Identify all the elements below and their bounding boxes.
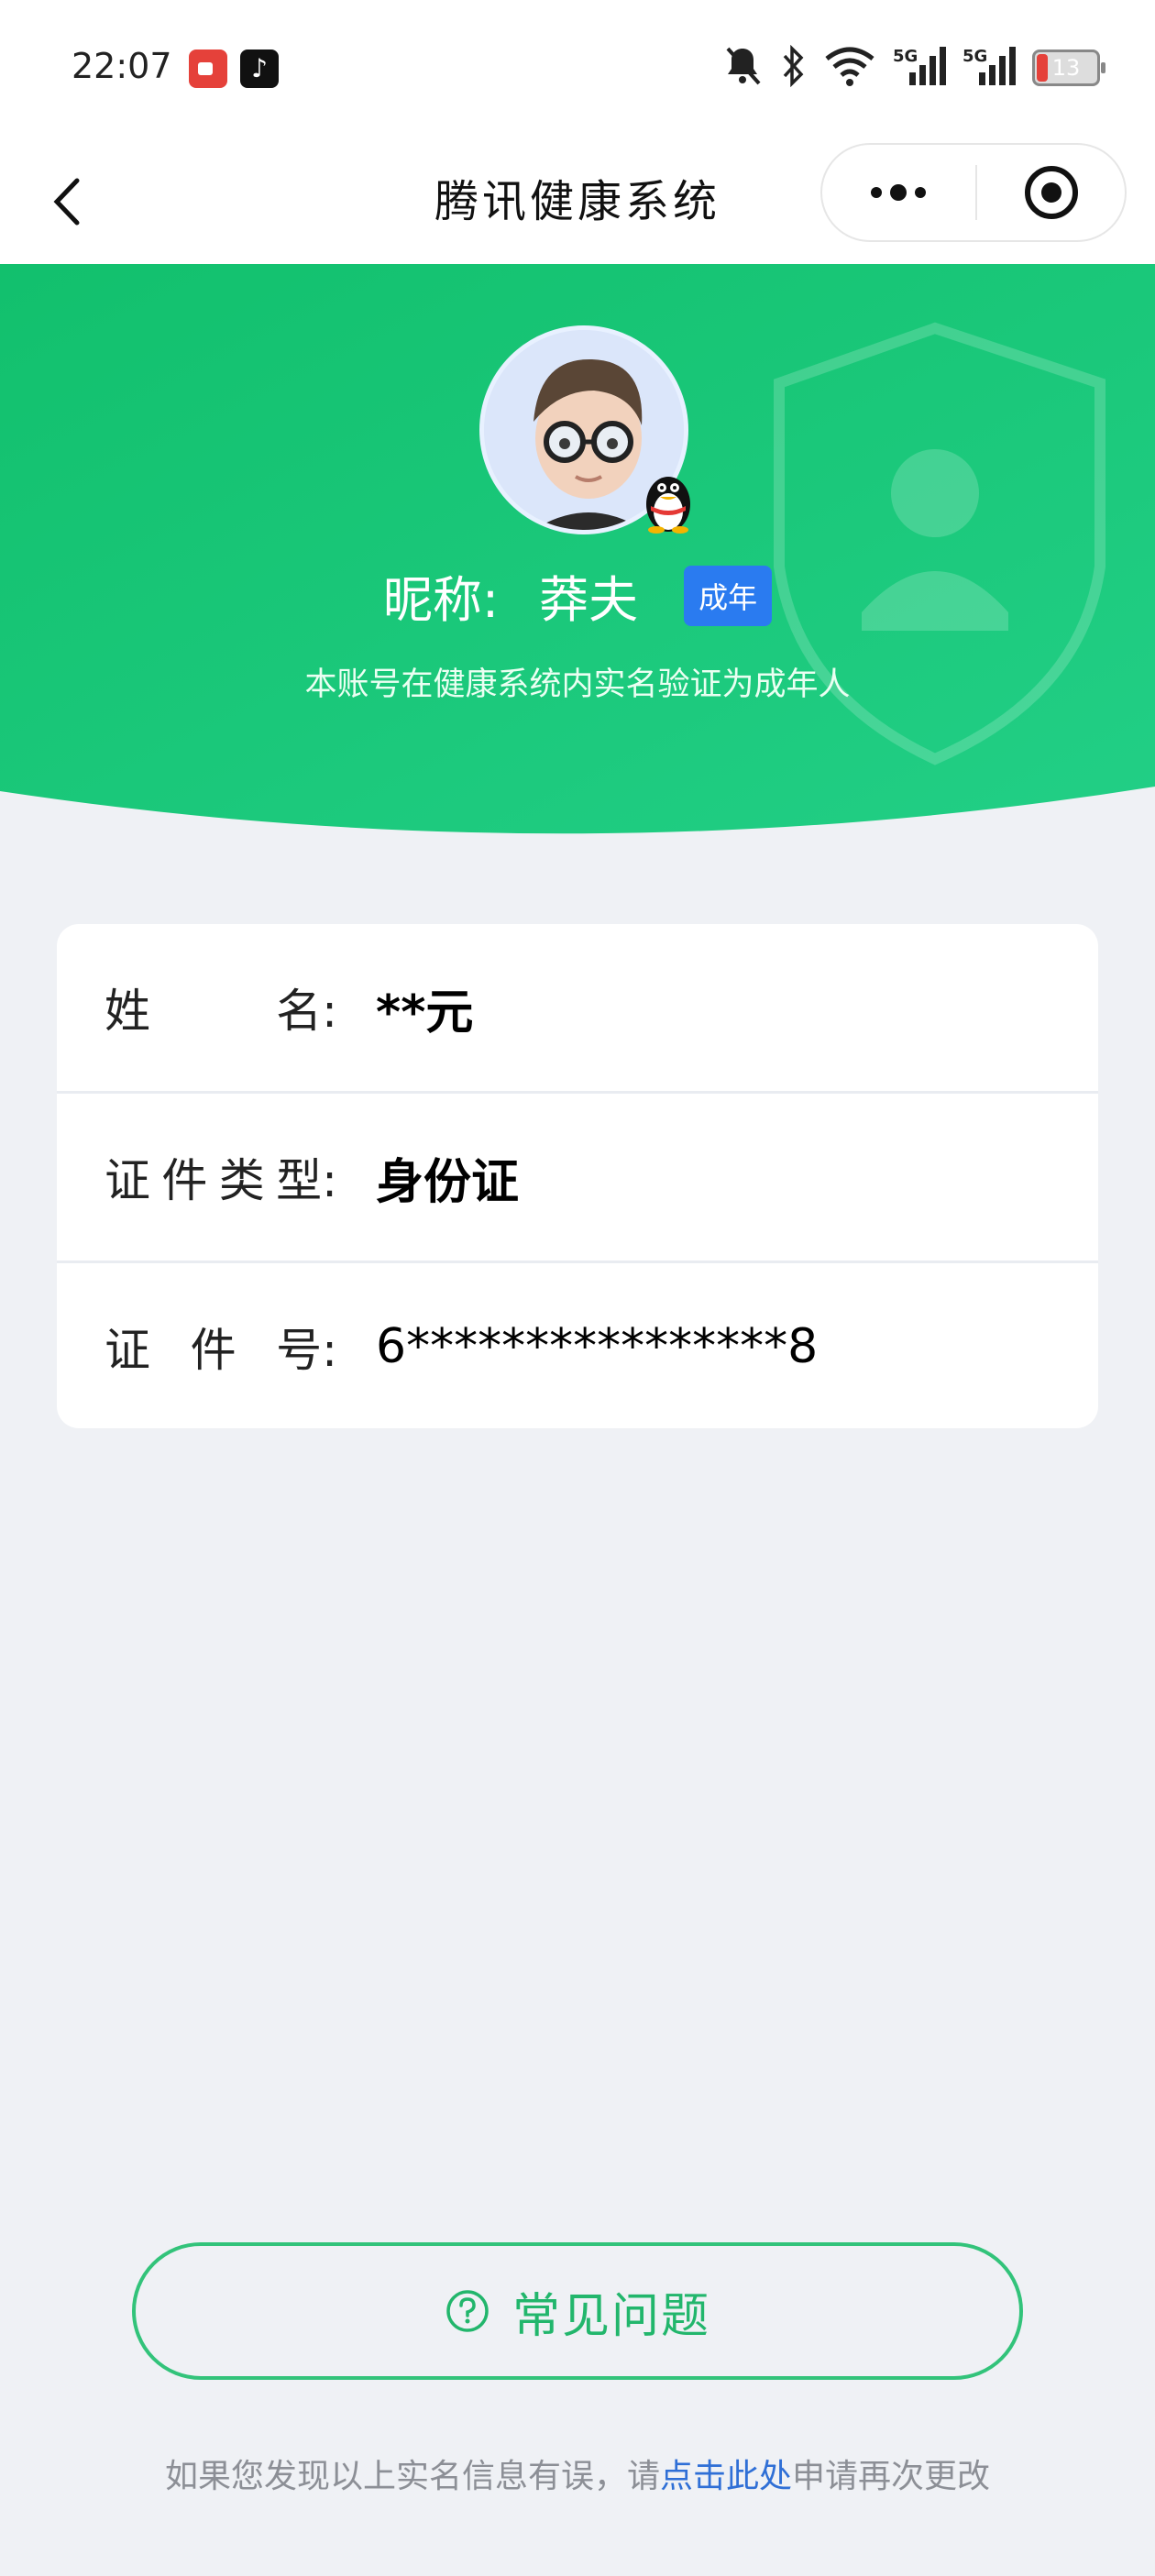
record-app-icon xyxy=(189,50,227,88)
id-type-row: 证 件 类 型: 身份证 xyxy=(57,1094,1098,1260)
footer-hint: 如果您发现以上实名信息有误，请点击此处申请再次更改 xyxy=(0,2449,1155,2497)
qq-penguin-icon xyxy=(640,468,697,534)
status-bar: 22:07 ♪ 5G 5G 13 xyxy=(0,0,1155,138)
id-type-label: 证 件 类 型: xyxy=(104,1154,337,1207)
name-value: **元 xyxy=(376,985,474,1040)
question-circle-icon xyxy=(446,2290,489,2332)
nickname-value: 莽夫 xyxy=(539,571,639,629)
footer-suffix: 申请再次更改 xyxy=(792,2458,991,2495)
faq-label: 常见问题 xyxy=(512,2288,710,2344)
more-button[interactable] xyxy=(822,145,974,240)
footer-prefix: 如果您发现以上实名信息有误，请 xyxy=(164,2458,660,2495)
change-request-link[interactable]: 点击此处 xyxy=(660,2458,792,2495)
name-row: 姓 名: **元 xyxy=(57,924,1098,1091)
id-number-row: 证 件 号: 6****************8 xyxy=(57,1263,1098,1428)
mute-icon xyxy=(722,45,763,91)
battery-icon: 13 xyxy=(1032,50,1106,86)
wifi-icon xyxy=(823,46,876,90)
nickname-row: 昵称: 莽夫 成年 xyxy=(0,559,1155,632)
close-button[interactable] xyxy=(977,145,1125,240)
verify-description: 本账号在健康系统内实名验证为成年人 xyxy=(304,666,851,703)
nickname-label: 昵称: xyxy=(382,571,500,629)
id-number-label: 证 件 号: xyxy=(104,1324,337,1377)
name-label: 姓 名: xyxy=(104,985,337,1038)
signal-5g-icon: 5G xyxy=(893,45,946,91)
id-number-value: 6****************8 xyxy=(376,1319,819,1374)
svg-text:5G: 5G xyxy=(893,47,918,66)
signal-5g-icon: 5G xyxy=(962,45,1016,91)
faq-button[interactable]: 常见问题 xyxy=(132,2242,1023,2380)
adult-badge: 成年 xyxy=(684,565,773,626)
mini-program-capsule xyxy=(820,143,1127,242)
nav-bar: 腾讯健康系统 xyxy=(0,138,1155,266)
svg-text:5G: 5G xyxy=(962,47,987,66)
battery-level: 13 xyxy=(1051,55,1081,81)
status-icons: 5G 5G 13 xyxy=(722,40,1106,95)
tiktok-app-icon: ♪ xyxy=(240,50,279,88)
status-time: 22:07 xyxy=(72,46,172,86)
more-dots-icon xyxy=(870,184,926,201)
target-close-icon xyxy=(1024,166,1078,219)
bluetooth-icon xyxy=(779,44,807,91)
identity-info-card: 姓 名: **元 证 件 类 型: 身份证 证 件 号: 6**********… xyxy=(57,924,1098,1428)
id-type-value: 身份证 xyxy=(376,1154,520,1210)
